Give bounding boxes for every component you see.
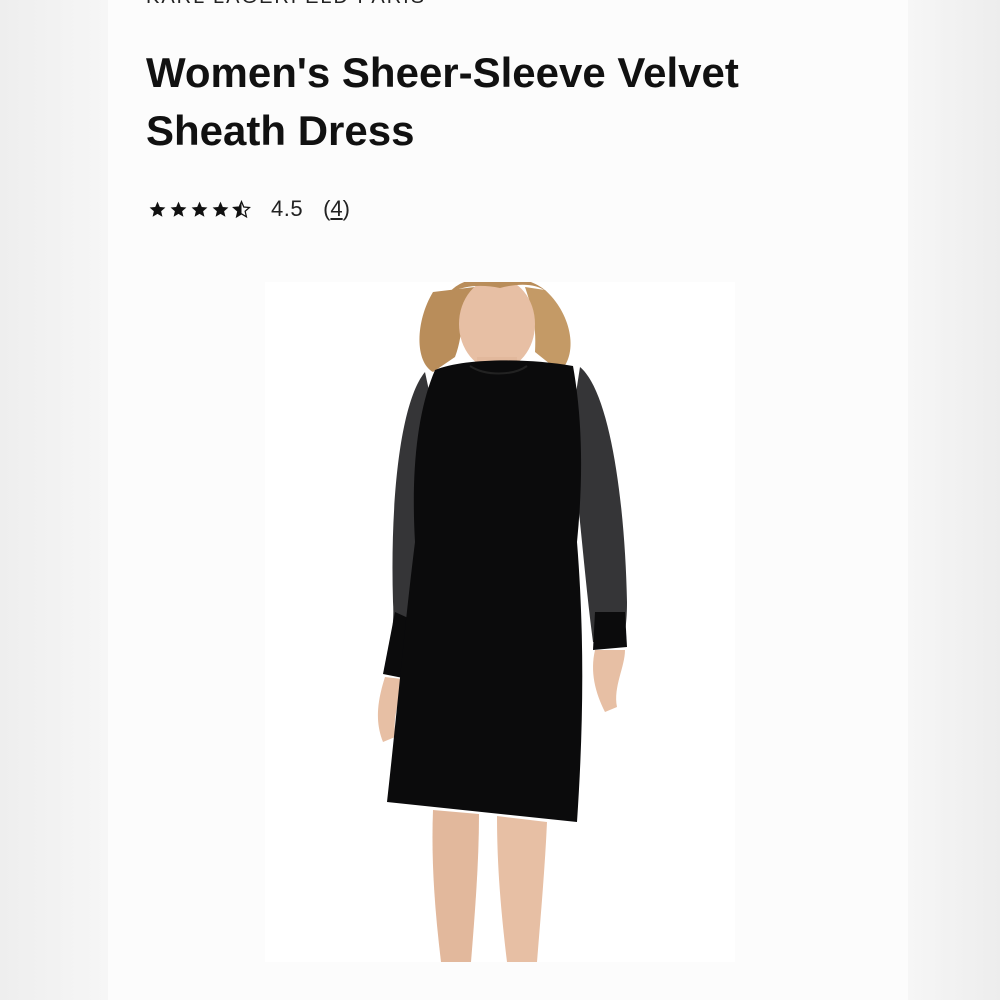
rating-score: 4.5: [271, 196, 304, 221]
product-image[interactable]: [265, 276, 735, 962]
review-count-link[interactable]: 4: [330, 196, 342, 221]
star-full-icon: [169, 200, 188, 219]
star-half-icon: [232, 199, 251, 219]
star-full-icon: [148, 200, 167, 219]
right-margin: [908, 0, 1000, 1000]
review-count[interactable]: (4): [323, 196, 350, 222]
left-margin: [0, 0, 108, 1000]
dress-photo-icon: [377, 276, 627, 962]
star-full-icon: [190, 200, 209, 219]
rating-row[interactable]: 4.5 (4): [148, 196, 350, 222]
rating-stars: [148, 199, 251, 219]
star-full-icon: [211, 200, 230, 219]
brand-name[interactable]: KARL LAGERFELD PARIS: [146, 0, 426, 9]
product-title: Women's Sheer-Sleeve Velvet Sheath Dress: [146, 49, 739, 154]
